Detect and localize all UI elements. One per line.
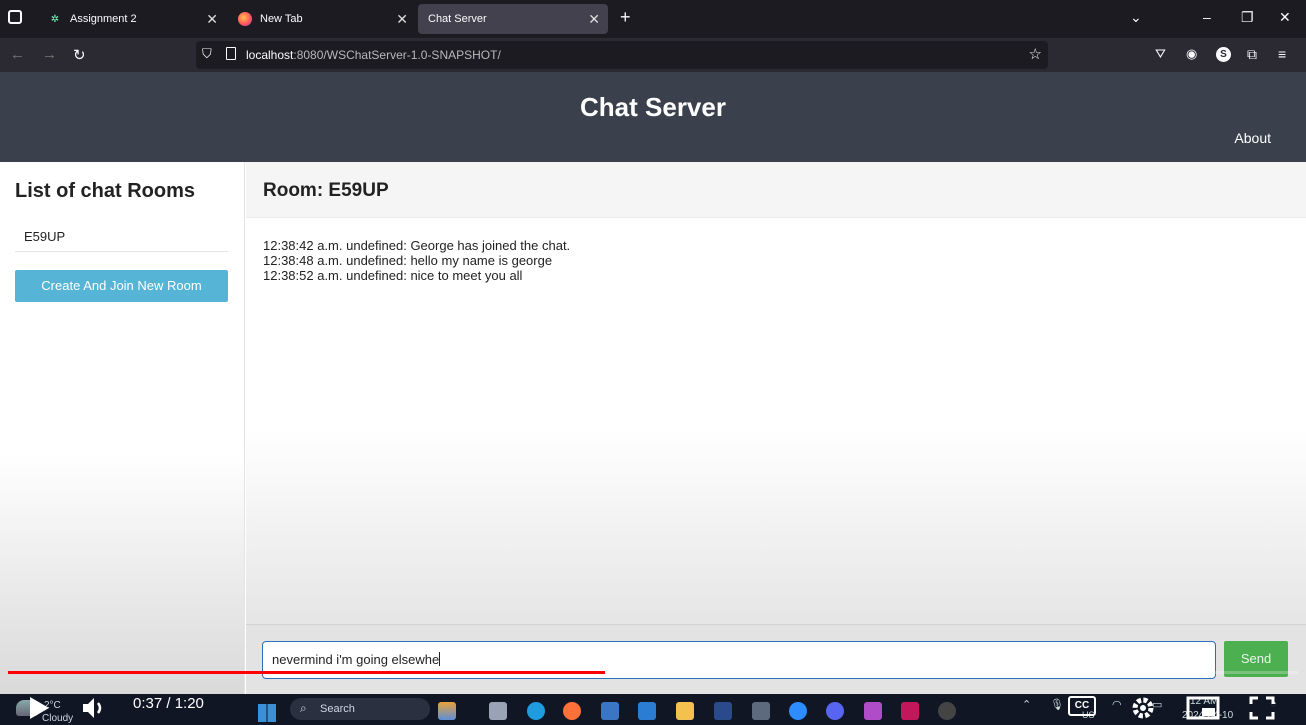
site-header: Chat Server About xyxy=(0,72,1306,162)
discord-icon[interactable] xyxy=(826,702,844,720)
tab-chat-server[interactable]: Chat Server ✕ xyxy=(418,4,608,34)
widgets-icon[interactable] xyxy=(438,702,456,720)
url-path: :8080/WSChatServer-1.0-SNAPSHOT/ xyxy=(293,48,501,62)
minimize-icon[interactable]: – xyxy=(1203,9,1211,25)
room-list-item[interactable]: E59UP xyxy=(15,220,228,252)
play-icon[interactable] xyxy=(28,696,50,720)
windows-start-icon[interactable] xyxy=(258,704,276,722)
wifi-icon[interactable]: ◠ xyxy=(1112,698,1122,711)
volume-icon[interactable] xyxy=(82,697,108,719)
url-bar[interactable]: ⛉ localhost:8080/WSChatServer-1.0-SNAPSH… xyxy=(196,41,1048,69)
played-bar xyxy=(8,671,605,674)
tab-list-icon[interactable] xyxy=(8,10,22,24)
search-icon: ⌕ xyxy=(300,701,307,715)
page-info-icon[interactable] xyxy=(226,47,236,60)
account-icon[interactable]: ◉ xyxy=(1186,46,1197,62)
explorer-icon[interactable] xyxy=(676,702,694,720)
extensions-icon[interactable]: ⧉ xyxy=(1247,46,1257,63)
game-icon[interactable] xyxy=(864,702,882,720)
text-cursor xyxy=(439,652,441,666)
shield-icon[interactable]: ⛉ xyxy=(202,46,212,62)
chat-page: Chat Server About List of chat Rooms E59… xyxy=(0,72,1306,694)
tab-new-tab[interactable]: New Tab ✕ xyxy=(228,4,416,34)
task-view-icon[interactable] xyxy=(489,702,507,720)
message-input-text: nevermind i'm going elsewhe xyxy=(272,652,440,667)
chat-panel: Room: E59UP 12:38:42 a.m. undefined: Geo… xyxy=(246,162,1306,694)
firefox-icon[interactable] xyxy=(563,702,581,720)
edge-icon[interactable] xyxy=(527,702,545,720)
firefox-icon xyxy=(238,12,252,26)
tab-label: New Tab xyxy=(260,13,303,25)
app-icon[interactable] xyxy=(752,702,770,720)
player-controls: 2°C Cloudy ⌕ Search ⌃ 🎙 US ◠ ▭ 12 AM 202… xyxy=(0,694,1306,725)
url-host: localhost xyxy=(246,48,294,62)
mail-icon[interactable] xyxy=(638,702,656,720)
zoom-icon[interactable] xyxy=(789,702,807,720)
room-header: Room: E59UP xyxy=(246,162,1306,218)
tab-label: Chat Server xyxy=(428,13,487,25)
settings-gear-icon[interactable] xyxy=(1130,695,1156,721)
reload-icon[interactable]: ↻ xyxy=(73,46,86,64)
chevron-down-icon[interactable]: ⌄ xyxy=(1130,9,1142,26)
window-close-icon[interactable]: ✕ xyxy=(1279,9,1291,26)
menu-icon[interactable]: ≡ xyxy=(1278,46,1286,62)
tab-assignment-2[interactable]: ✲ Assignment 2 ✕ xyxy=(38,4,226,34)
close-icon[interactable]: ✕ xyxy=(206,11,218,28)
profile-avatar[interactable]: S xyxy=(1216,47,1231,62)
page-title: Chat Server xyxy=(580,92,726,122)
fullscreen-icon[interactable] xyxy=(1249,696,1275,720)
room-title: Room: E59UP xyxy=(263,180,389,201)
search-placeholder: Search xyxy=(320,703,355,715)
intellij-icon[interactable] xyxy=(901,702,919,720)
miniplayer-icon[interactable] xyxy=(1186,696,1220,720)
browser-nav-bar: ← → ↻ ⛉ localhost:8080/WSChatServer-1.0-… xyxy=(0,38,1306,72)
microphone-icon[interactable]: 🎙 xyxy=(1050,698,1064,711)
forward-arrow-icon[interactable]: → xyxy=(42,46,57,63)
pocket-icon[interactable]: ⛛ xyxy=(1155,46,1166,62)
store-icon[interactable] xyxy=(601,702,619,720)
close-icon[interactable]: ✕ xyxy=(396,11,408,28)
netlify-icon: ✲ xyxy=(50,13,60,25)
app-l-icon[interactable] xyxy=(714,702,732,720)
create-room-button[interactable]: Create And Join New Room xyxy=(15,270,228,302)
about-link[interactable]: About xyxy=(1234,130,1271,146)
back-arrow-icon[interactable]: ← xyxy=(10,46,25,63)
bookmark-star-icon[interactable]: ☆ xyxy=(1029,45,1042,63)
chat-message: 12:38:48 a.m. undefined: hello my name i… xyxy=(263,253,553,268)
browser-tab-bar: ✲ Assignment 2 ✕ New Tab ✕ Chat Server ✕… xyxy=(0,0,1306,38)
rooms-heading: List of chat Rooms xyxy=(15,180,196,202)
restore-icon[interactable]: ❐ xyxy=(1241,9,1254,26)
tray-chevron-icon[interactable]: ⌃ xyxy=(1022,698,1031,711)
close-icon[interactable]: ✕ xyxy=(588,11,600,28)
url-text: localhost:8080/WSChatServer-1.0-SNAPSHOT… xyxy=(246,48,501,62)
chat-message: 12:38:42 a.m. undefined: George has join… xyxy=(263,238,571,253)
room-sidebar: List of chat Rooms E59UP Create And Join… xyxy=(0,162,245,694)
message-composer: nevermind i'm going elsewhe Send xyxy=(246,624,1306,694)
captions-button[interactable]: CC xyxy=(1068,696,1096,716)
tab-label: Assignment 2 xyxy=(70,13,137,25)
chat-message: 12:38:52 a.m. undefined: nice to meet yo… xyxy=(263,268,523,283)
video-progress-bar[interactable] xyxy=(8,671,1298,674)
github-icon[interactable] xyxy=(938,702,956,720)
taskbar-search[interactable]: ⌕ Search xyxy=(290,698,430,720)
time-display: 0:37 / 1:20 xyxy=(133,695,204,712)
new-tab-icon[interactable]: + xyxy=(620,7,631,28)
chat-log: 12:38:42 a.m. undefined: George has join… xyxy=(263,238,570,283)
